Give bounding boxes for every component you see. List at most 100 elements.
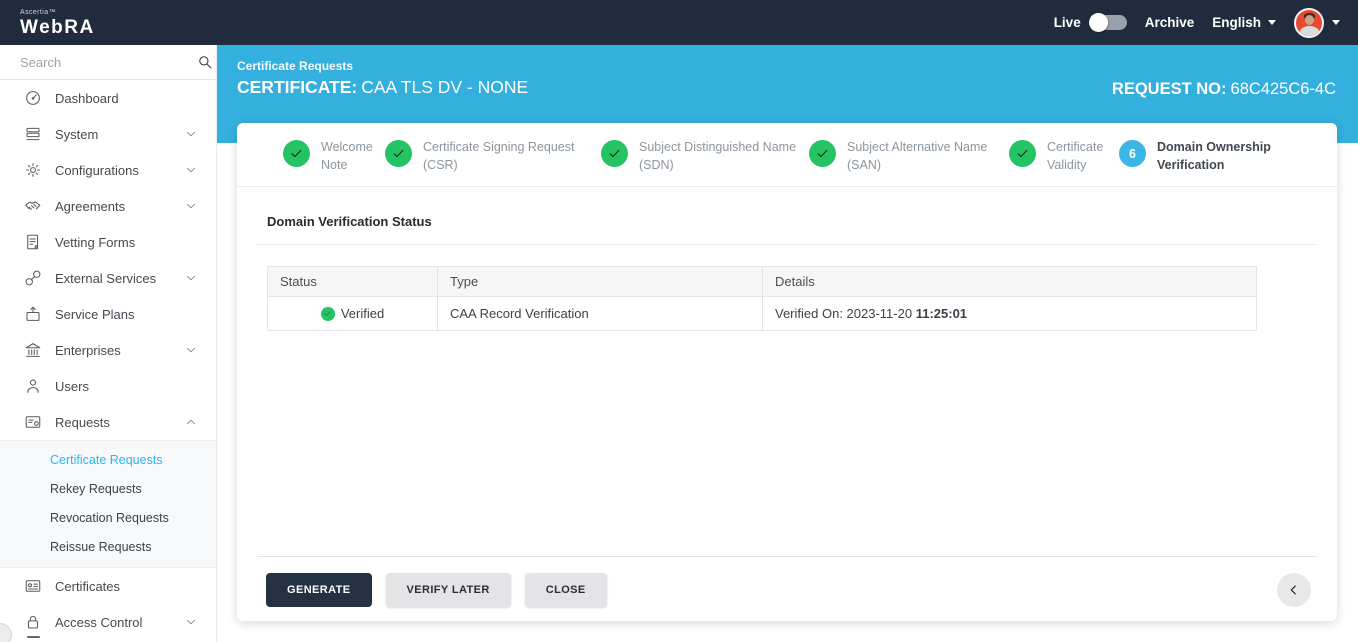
- sidebar-item-label: Requests: [55, 415, 184, 430]
- table-row: Verified CAA Record Verification Verifie…: [268, 297, 1257, 331]
- step-check-icon: [809, 140, 836, 167]
- step-san[interactable]: Subject Alternative Name (SAN): [809, 138, 1009, 174]
- divider: [257, 244, 1317, 245]
- wizard-stepper: Welcome Note Certificate Signing Request…: [237, 123, 1337, 187]
- language-selector[interactable]: English: [1212, 15, 1276, 30]
- sidebar-item-label: Dashboard: [55, 91, 198, 106]
- domain-verification-table: Status Type Details Verified: [267, 266, 1257, 331]
- wizard-card: Welcome Note Certificate Signing Request…: [237, 123, 1337, 621]
- chevron-down-icon: [184, 343, 198, 357]
- caret-down-icon: [1268, 20, 1276, 25]
- sidebar-item-label: Certificates: [55, 579, 198, 594]
- next-item-icon-partial: [27, 636, 40, 638]
- step-number: 6: [1119, 140, 1146, 167]
- main-content: Certificate Requests CERTIFICATE:CAA TLS…: [217, 45, 1358, 642]
- request-card-icon: [24, 413, 42, 431]
- chevron-down-icon: [184, 127, 198, 141]
- sidebar-item-label: External Services: [55, 271, 184, 286]
- search-icon[interactable]: [196, 53, 214, 71]
- collapse-back-button[interactable]: [1277, 573, 1311, 607]
- avatar: [1294, 8, 1324, 38]
- step-certificate-validity[interactable]: Certificate Validity: [1009, 138, 1119, 174]
- close-button[interactable]: CLOSE: [525, 573, 607, 607]
- sidebar-item-label: Configurations: [55, 163, 184, 178]
- type-cell: CAA Record Verification: [438, 297, 763, 331]
- submenu-item-certificate-requests[interactable]: Certificate Requests: [0, 445, 216, 474]
- sidebar-item-label: Users: [55, 379, 198, 394]
- page-title-label: CERTIFICATE:: [237, 77, 357, 97]
- step-label: Subject Distinguished Name (SDN): [639, 138, 809, 174]
- toggle-knob: [1089, 13, 1108, 32]
- sidebar-item-certificates[interactable]: Certificates: [0, 568, 216, 604]
- app-logo[interactable]: Ascertia™ WebRA: [20, 9, 95, 37]
- sidebar-item-users[interactable]: Users: [0, 368, 216, 404]
- brand-company: Ascertia™: [20, 9, 95, 16]
- chevron-down-icon: [184, 615, 198, 629]
- step-sdn[interactable]: Subject Distinguished Name (SDN): [601, 138, 809, 174]
- submenu-item-revocation-requests[interactable]: Revocation Requests: [0, 503, 216, 532]
- breadcrumb: Certificate Requests: [237, 59, 528, 73]
- step-check-icon: [601, 140, 628, 167]
- verified-check-icon: [321, 307, 335, 321]
- sidebar-item-configurations[interactable]: Configurations: [0, 152, 216, 188]
- submenu-item-rekey-requests[interactable]: Rekey Requests: [0, 474, 216, 503]
- request-number-label: REQUEST NO:: [1112, 80, 1227, 98]
- form-icon: [24, 233, 42, 251]
- status-cell: Verified: [268, 297, 438, 331]
- chevron-up-icon: [184, 415, 198, 429]
- step-csr[interactable]: Certificate Signing Request (CSR): [385, 138, 601, 174]
- step-check-icon: [283, 140, 310, 167]
- submenu-item-reissue-requests[interactable]: Reissue Requests: [0, 532, 216, 561]
- search-input[interactable]: [20, 55, 196, 70]
- generate-button[interactable]: GENERATE: [266, 573, 372, 607]
- step-check-icon: [1009, 140, 1036, 167]
- step-label: Certificate Signing Request (CSR): [423, 138, 601, 174]
- sidebar: Dashboard System Configurations Agreemen…: [0, 45, 217, 642]
- sidebar-item-label: Vetting Forms: [55, 235, 198, 250]
- chevron-down-icon: [184, 163, 198, 177]
- sidebar-item-system[interactable]: System: [0, 116, 216, 152]
- sidebar-item-dashboard[interactable]: Dashboard: [0, 80, 216, 116]
- bank-icon: [24, 341, 42, 359]
- request-number-value: 68C425C6-4C: [1231, 80, 1336, 98]
- verify-later-button[interactable]: VERIFY LATER: [386, 573, 511, 607]
- requests-submenu: Certificate Requests Rekey Requests Revo…: [0, 440, 216, 568]
- archive-label[interactable]: Archive: [1145, 15, 1195, 30]
- details-date: Verified On: 2023-11-20: [775, 306, 912, 321]
- details-cell: Verified On: 2023-11-20 11:25:01: [763, 297, 1257, 331]
- sidebar-item-agreements[interactable]: Agreements: [0, 188, 216, 224]
- user-menu[interactable]: [1294, 8, 1340, 38]
- sidebar-item-requests[interactable]: Requests: [0, 404, 216, 440]
- sidebar-item-label: Enterprises: [55, 343, 184, 358]
- chevron-left-icon: [1286, 582, 1302, 598]
- brand-product: WebRA: [20, 18, 95, 37]
- step-label: Domain Ownership Verification: [1157, 138, 1291, 174]
- sidebar-item-enterprises[interactable]: Enterprises: [0, 332, 216, 368]
- sidebar-item-label: Service Plans: [55, 307, 198, 322]
- certificate-icon: [24, 577, 42, 595]
- column-header-details: Details: [763, 267, 1257, 297]
- details-time: 11:25:01: [916, 306, 967, 321]
- column-header-type: Type: [438, 267, 763, 297]
- step-label: Subject Alternative Name (SAN): [847, 138, 1009, 174]
- sidebar-item-access-control[interactable]: Access Control: [0, 604, 216, 640]
- step-domain-ownership-verification[interactable]: 6 Domain Ownership Verification: [1119, 138, 1291, 174]
- sidebar-search: [0, 45, 216, 80]
- user-icon: [24, 377, 42, 395]
- language-label: English: [1212, 15, 1261, 30]
- lock-icon: [24, 613, 42, 631]
- caret-down-icon: [1332, 20, 1340, 25]
- section-title: Domain Verification Status: [267, 214, 1307, 229]
- chevron-down-icon: [184, 271, 198, 285]
- sidebar-item-service-plans[interactable]: Service Plans: [0, 296, 216, 332]
- top-bar: Ascertia™ WebRA Live Archive English: [0, 0, 1358, 45]
- sidebar-item-label: Access Control: [55, 615, 184, 630]
- step-label: Certificate Validity: [1047, 138, 1119, 174]
- step-welcome-note[interactable]: Welcome Note: [283, 138, 385, 174]
- gear-icon: [24, 161, 42, 179]
- sidebar-item-vetting-forms[interactable]: Vetting Forms: [0, 224, 216, 260]
- sidebar-item-external-services[interactable]: External Services: [0, 260, 216, 296]
- live-archive-toggle[interactable]: [1091, 15, 1127, 30]
- column-header-status: Status: [268, 267, 438, 297]
- step-label: Welcome Note: [321, 138, 385, 174]
